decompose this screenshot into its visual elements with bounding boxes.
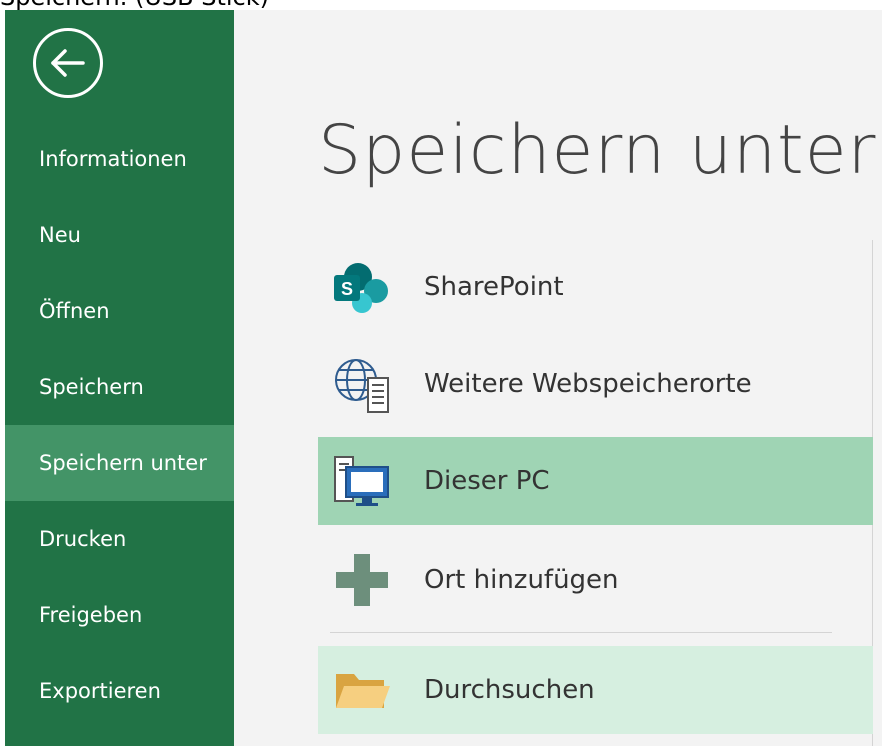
location-this-pc[interactable]: Dieser PC	[318, 437, 873, 525]
location-label: Durchsuchen	[424, 675, 595, 705]
sidebar-item-drucken[interactable]: Drucken	[5, 501, 234, 577]
sidebar-item-neu[interactable]: Neu	[5, 197, 234, 273]
plus-icon	[336, 554, 388, 606]
folder-icon	[336, 674, 390, 708]
back-button[interactable]	[33, 28, 103, 98]
location-add-place[interactable]: Ort hinzufügen	[318, 536, 873, 624]
window-caption: Speichern. (USB Stick)	[0, 0, 882, 10]
sidebar-item-informationen[interactable]: Informationen	[5, 121, 234, 197]
separator	[330, 632, 832, 633]
sidebar-item-speichern[interactable]: Speichern	[5, 349, 234, 425]
svg-text:S: S	[341, 279, 353, 299]
location-browse[interactable]: Durchsuchen	[318, 646, 873, 734]
location-label: Ort hinzufügen	[424, 565, 619, 595]
sidebar-item-speichern-unter[interactable]: Speichern unter	[5, 425, 234, 501]
computer-icon	[334, 456, 389, 506]
location-label: Weitere Webspeicherorte	[424, 369, 752, 399]
globe-server-icon	[335, 359, 389, 413]
sidebar-item-freigeben[interactable]: Freigeben	[5, 577, 234, 653]
location-web[interactable]: Weitere Webspeicherorte	[318, 340, 873, 428]
backstage-sidebar: Informationen Neu Öffnen Speichern Speic…	[5, 10, 234, 746]
sidebar-item-oeffnen[interactable]: Öffnen	[5, 273, 234, 349]
location-label: SharePoint	[424, 272, 564, 302]
location-label: Dieser PC	[424, 466, 550, 496]
sharepoint-icon: S	[334, 263, 388, 313]
location-sharepoint[interactable]: S SharePoint	[318, 243, 873, 331]
sidebar-item-exportieren[interactable]: Exportieren	[5, 653, 234, 729]
page-title: Speichern unter	[318, 111, 877, 190]
back-arrow-icon	[51, 49, 85, 77]
